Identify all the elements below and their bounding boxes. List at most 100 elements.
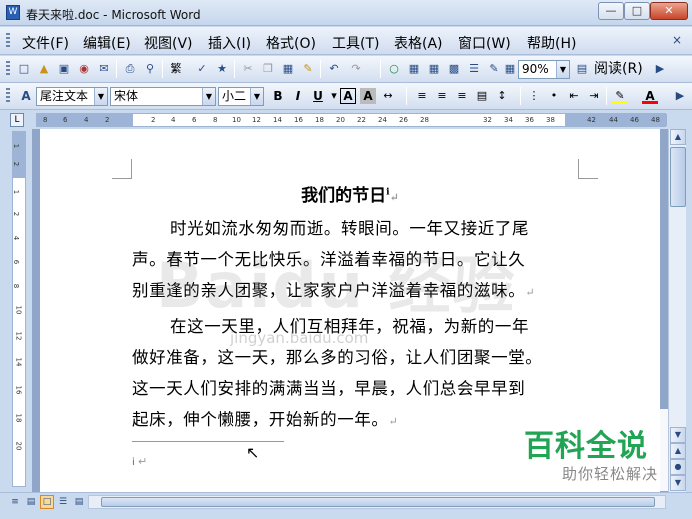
close-button[interactable]: ✕ (650, 2, 688, 20)
character-border-button[interactable]: A (340, 88, 356, 104)
toolbar-grip[interactable] (6, 88, 10, 104)
scroll-down-icon[interactable]: ▼ (670, 427, 686, 443)
print-layout-icon[interactable]: □ (40, 495, 54, 509)
increase-indent-icon[interactable]: ⇥ (586, 88, 602, 104)
toolbar-grip[interactable] (6, 61, 10, 77)
undo-icon[interactable]: ↶ (326, 61, 342, 77)
tables-borders-icon[interactable]: ▦ (406, 61, 422, 77)
numbering-icon[interactable]: ⋮ (526, 88, 542, 104)
drawing-icon[interactable]: ✎ (486, 61, 502, 77)
read-button[interactable]: 阅读(R) (594, 60, 643, 79)
menu-help[interactable]: 帮助(H) (527, 33, 576, 53)
email-icon[interactable]: ✉ (96, 61, 112, 77)
toolbar-options-icon[interactable]: ▶ (672, 88, 688, 104)
align-center-icon[interactable]: ≡ (434, 88, 450, 104)
italic-button[interactable]: I (290, 88, 306, 104)
menu-file[interactable]: 文件(F) (22, 33, 69, 53)
horizontal-scrollbar[interactable] (88, 495, 666, 509)
menu-format[interactable]: 格式(O) (266, 33, 316, 53)
ruler-tick: 24 (378, 116, 387, 124)
print-preview-icon[interactable]: ⚲ (142, 61, 158, 77)
format-painter-icon[interactable]: ✎ (300, 61, 316, 77)
document-line[interactable]: 起床，伸个懒腰，开始新的一年。↵ (132, 406, 398, 430)
select-browse-object-icon[interactable]: ● (670, 459, 686, 475)
font-select[interactable]: 宋体 ▼ (110, 87, 216, 106)
font-size-select[interactable]: 小二 ▼ (218, 87, 264, 106)
document-area[interactable]: 我们的节日i↵ 时光如流水匆匆而逝。转眼间。一年又接近了尾 声。春节一个无比快乐… (32, 129, 668, 492)
redo-icon[interactable]: ↷ (348, 61, 364, 77)
traditional-chinese-icon[interactable]: 繁 (168, 61, 184, 77)
vertical-scrollbar[interactable]: ▲ ▼ ▲ ● ▼ (668, 129, 686, 492)
menu-edit[interactable]: 编辑(E) (83, 33, 131, 53)
menu-tools[interactable]: 工具(T) (332, 33, 379, 53)
save-icon[interactable]: ▣ (56, 61, 72, 77)
outline-view-icon[interactable]: ☰ (56, 495, 70, 509)
normal-view-icon[interactable]: ≡ (8, 495, 22, 509)
logo-sub-text: 助你轻松解决 (562, 465, 659, 483)
document-line[interactable]: 做好准备，这一天，那么多的习俗，让人们团聚一堂。 (132, 344, 542, 368)
paste-icon[interactable]: ▦ (280, 61, 296, 77)
toolbar-separator (234, 60, 235, 78)
ruler-tick: 4 (12, 235, 21, 241)
new-document-icon[interactable]: □ (16, 61, 32, 77)
chevron-down-icon[interactable]: ▼ (202, 88, 215, 105)
chevron-down-icon[interactable]: ▼ (250, 88, 263, 105)
read-icon[interactable]: ▤ (574, 61, 590, 77)
previous-page-icon[interactable]: ▲ (670, 443, 686, 459)
insert-excel-icon[interactable]: ▩ (446, 61, 462, 77)
open-folder-icon[interactable]: ▲ (36, 61, 52, 77)
horizontal-ruler[interactable]: 8 6 4 2 2 4 6 8 10 12 14 16 18 20 22 24 … (36, 113, 667, 127)
decrease-indent-icon[interactable]: ⇤ (566, 88, 582, 104)
font-color-button[interactable]: A (642, 88, 658, 104)
scroll-up-icon[interactable]: ▲ (670, 129, 686, 145)
document-map-icon[interactable]: ▦ (502, 61, 518, 77)
style-select[interactable]: 尾注文本 ▼ (36, 87, 108, 106)
spelling-icon[interactable]: ✓ (194, 61, 210, 77)
highlight-icon[interactable]: ✎ (612, 88, 628, 104)
menu-view[interactable]: 视图(V) (144, 33, 193, 53)
line-spacing-icon[interactable]: ↕ (494, 88, 510, 104)
endnote-text[interactable]: i ↵ (132, 455, 147, 468)
hyperlink-icon[interactable]: ○ (386, 61, 402, 77)
document-line[interactable]: 这一天人们安排的满满当当，早晨，人们总会早早到 (132, 375, 525, 399)
scrollbar-thumb[interactable] (101, 497, 655, 507)
align-left-icon[interactable]: ≡ (414, 88, 430, 104)
minimize-button[interactable]: — (598, 2, 624, 20)
menu-insert[interactable]: 插入(I) (208, 33, 251, 53)
web-layout-icon[interactable]: ▤ (24, 495, 38, 509)
permission-icon[interactable]: ◉ (76, 61, 92, 77)
character-scaling-icon[interactable]: ↔ (380, 88, 396, 104)
print-icon[interactable]: ⎙ (122, 61, 138, 77)
character-shading-button[interactable]: A (360, 88, 376, 104)
reading-layout-icon[interactable]: ▤ (72, 495, 86, 509)
justify-icon[interactable]: ▤ (474, 88, 490, 104)
research-icon[interactable]: ★ (214, 61, 230, 77)
menu-overflow-icon[interactable]: × (672, 33, 682, 47)
document-page[interactable]: 我们的节日i↵ 时光如流水匆匆而逝。转眼间。一年又接近了尾 声。春节一个无比快乐… (40, 129, 668, 492)
scrollbar-thumb[interactable] (670, 147, 686, 207)
toolbar-options-icon[interactable]: ▶ (652, 61, 668, 77)
bold-button[interactable]: B (270, 88, 286, 104)
cut-icon[interactable]: ✂ (240, 61, 256, 77)
align-right-icon[interactable]: ≡ (454, 88, 470, 104)
tab-selector[interactable]: L (10, 113, 24, 127)
chevron-down-icon[interactable]: ▼ (556, 61, 569, 78)
chevron-down-icon[interactable]: ▼ (94, 88, 107, 105)
next-page-icon[interactable]: ▼ (670, 475, 686, 491)
menu-table[interactable]: 表格(A) (394, 33, 443, 53)
menu-window[interactable]: 窗口(W) (458, 33, 511, 53)
copy-icon[interactable]: ❐ (260, 61, 276, 77)
underline-button[interactable]: U (310, 88, 326, 104)
ruler-tick: 10 (14, 305, 23, 315)
columns-icon[interactable]: ☰ (466, 61, 482, 77)
zoom-select[interactable]: 90% ▼ (518, 60, 570, 79)
maximize-button[interactable]: □ (624, 2, 650, 20)
word-doc-icon[interactable]: W (6, 5, 20, 20)
insert-table-icon[interactable]: ▦ (426, 61, 442, 77)
document-title[interactable]: 我们的节日i↵ (40, 181, 660, 206)
toolbar-grip[interactable] (6, 33, 10, 49)
vertical-ruler[interactable]: 1 2 1 2 4 6 8 10 12 14 16 18 20 (12, 131, 26, 487)
bullets-icon[interactable]: • (546, 88, 562, 104)
ruler-tick: 16 (14, 385, 23, 395)
styles-pane-icon[interactable]: A (18, 88, 34, 104)
